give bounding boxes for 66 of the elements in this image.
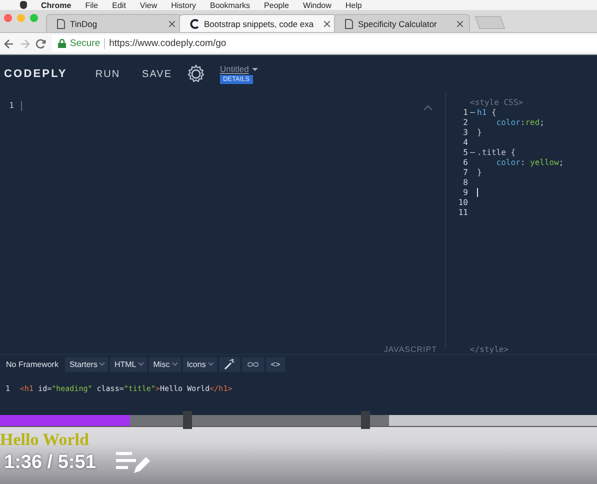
code-view-button[interactable]: <> [266, 356, 286, 372]
browser-tab[interactable]: Bootstrap snippets, code exa [179, 14, 337, 32]
line-number: 2 [462, 118, 468, 126]
line-number: 11 [457, 208, 468, 216]
back-icon[interactable] [4, 38, 14, 48]
tab-label: TinDog [70, 18, 98, 28]
apple-icon[interactable] [20, 1, 27, 9]
collapse-icon[interactable] [423, 105, 433, 111]
notes-icon[interactable] [116, 450, 150, 476]
time-display: 1:36 / 5:51 [4, 452, 96, 474]
magic-wand-icon[interactable] [224, 358, 235, 370]
codeply-logo[interactable]: CODEPLY [4, 68, 68, 80]
page-icon [57, 18, 65, 28]
dropdown-button[interactable]: Starters [65, 356, 108, 372]
site-icon [190, 18, 199, 28]
close-icon[interactable] [324, 20, 330, 26]
chapter-marker [183, 411, 192, 429]
framework-label: No Framework [6, 360, 58, 368]
style-close-tag: </style> [470, 345, 509, 354]
line-number: 1 [462, 108, 468, 116]
line-number: 1 [8, 101, 14, 110]
line-number: 10 [457, 198, 468, 206]
tab-label: Bootstrap snippets, code exa [204, 18, 315, 28]
browser-tab[interactable]: Specificity Calculator [334, 14, 470, 32]
line-number: 9 [462, 188, 468, 196]
code-line: color:red; [495, 118, 544, 126]
line-number: 5 [462, 148, 468, 156]
address-field[interactable]: Secure https://www.codeply.com/go [52, 35, 597, 52]
lock-icon [58, 39, 66, 48]
line-number: 4 [462, 138, 468, 146]
code-line: color: yellow; [495, 158, 564, 166]
dropdown-button[interactable]: Icons [182, 356, 217, 372]
menu-button[interactable]: SAVE [136, 68, 178, 80]
dropdown-button[interactable]: Misc [149, 356, 181, 372]
close-icon[interactable] [169, 20, 175, 26]
line-number: 8 [462, 178, 468, 186]
code-line: h1 { [477, 108, 496, 116]
code-line: } [477, 128, 482, 136]
line-number: 6 [462, 158, 468, 166]
menu-item[interactable]: History [171, 0, 196, 10]
menu-item[interactable]: Edit [112, 0, 126, 10]
reload-icon[interactable] [36, 38, 46, 48]
code-line: } [477, 168, 482, 176]
menu-item[interactable]: Bookmarks [210, 0, 250, 10]
menu-item[interactable]: View [140, 0, 158, 10]
chapter-marker [361, 411, 370, 429]
style-open-tag: <style CSS> [470, 98, 523, 107]
menu-button[interactable]: RUN [89, 68, 126, 80]
tab-label: Specificity Calculator [358, 18, 438, 28]
pane-label: JAVASCRIPT [384, 345, 437, 354]
code-line: .title { [477, 148, 516, 156]
line-number: 7 [462, 168, 468, 176]
menu-item[interactable]: Help [345, 0, 362, 10]
settings-icon[interactable] [186, 64, 206, 84]
text-cursor [21, 100, 22, 110]
page-icon [345, 18, 353, 28]
dropdown-button[interactable]: HTML [110, 356, 148, 372]
infinity-icon[interactable] [246, 360, 259, 368]
menu-item[interactable]: Chrome [41, 0, 72, 10]
menu-item[interactable]: File [85, 0, 98, 10]
menu-item[interactable]: Window [302, 0, 332, 10]
line-number: 3 [462, 128, 468, 136]
menu-item[interactable]: People [264, 0, 289, 10]
browser-tab[interactable]: TinDog [46, 14, 182, 32]
preview-heading: Hello World [0, 430, 89, 450]
close-icon[interactable] [457, 20, 463, 26]
